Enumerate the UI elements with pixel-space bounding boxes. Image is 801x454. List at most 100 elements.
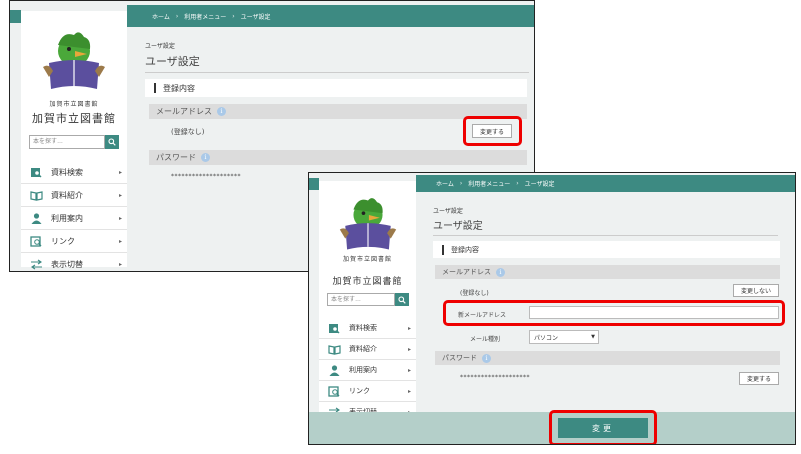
breadcrumb-current: ユーザ設定 [524,181,555,188]
search-box: 本を探す… [29,135,119,149]
open-book-icon [30,190,43,201]
library-name: 加賀市立図書館 [332,277,403,287]
sidebar-item-search[interactable]: 資料検索 ▸ [319,318,416,339]
link-icon [328,385,340,397]
page-title: ユーザ設定 [145,53,529,73]
breadcrumb-user-menu[interactable]: 利用者メニュー [468,179,510,188]
page-title: ユーザ設定 [433,217,778,236]
sidebar-item-intro[interactable]: 資料紹介 ▸ [319,339,416,360]
screenshot-after: 加賀市立図書館 加賀市立図書館 本を探す… 資料検索 ▸ 資料紹介 ▸ 利用案内 ▸ [308,172,796,445]
sidebar-item-display[interactable]: 表示切替 ▸ [21,253,127,271]
change-password-button[interactable]: 変更する [739,372,779,385]
book-search-icon [329,323,340,333]
chevron-right-icon: ▸ [407,387,411,395]
sidebar-item-label: 表示切替 [51,259,83,269]
book-search-icon [31,167,42,177]
chevron-right-icon: ▸ [118,191,122,199]
library-mascot-logo [339,198,396,250]
password-label-row: パスワード i [435,351,780,365]
sidebar-item-label: 資料検索 [349,324,377,332]
person-icon [329,364,340,376]
mail-type-value: パソコン [534,334,559,342]
open-book-icon [328,344,341,355]
search-icon [398,296,406,304]
link-icon [30,235,42,247]
sidebar-item-guide[interactable]: 利用案内 ▸ [21,207,127,230]
info-icon[interactable]: i [201,153,210,162]
sidebar-item-links[interactable]: リンク ▸ [21,230,127,253]
mail-type-select[interactable]: パソコン ▼ [529,330,599,344]
chevron-right-icon: ▸ [407,345,411,353]
info-icon[interactable]: i [496,267,505,277]
password-value: ******************** [171,173,241,180]
sidebar-item-label: 利用案内 [349,366,377,374]
chevron-down-icon: ▼ [591,334,595,340]
breadcrumb-current: ユーザ設定 [240,13,271,21]
page-subtitle: ユーザ設定 [433,208,463,215]
section-header: 登録内容 [145,79,527,97]
logo-handwriting: 加賀市立図書館 [342,256,392,263]
breadcrumb: ホーム › 利用者メニュー › ユーザ設定 [127,5,534,27]
search-box: 本を探す… [327,293,409,306]
email-label: メールアドレス [442,268,491,276]
chevron-right-icon: ▸ [407,324,411,332]
sidebar-item-label: 資料紹介 [349,345,377,353]
chevron-right-icon: ▸ [118,214,122,222]
chevron-right-icon: ▸ [407,366,411,374]
breadcrumb: ホーム › 利用者メニュー › ユーザ設定 [416,175,795,192]
logo-handwriting: 加賀市立図書館 [49,101,99,108]
sidebar-item-label: 資料検索 [51,167,83,177]
chevron-right-icon: ▸ [118,168,122,176]
section-title: 登録内容 [451,245,479,254]
section-title: 登録内容 [163,83,195,93]
highlight-box [549,410,657,444]
email-label-row: メールアドレス i [435,265,780,279]
sidebar-item-label: リンク [51,236,75,246]
info-icon[interactable]: i [217,107,226,116]
sidebar-item-guide[interactable]: 利用案内 ▸ [319,360,416,381]
sidebar-item-intro[interactable]: 資料紹介 ▸ [21,184,127,207]
header-strip [10,10,21,23]
main-content: ホーム › 利用者メニュー › ユーザ設定 ユーザ設定 ユーザ設定 登録内容 メール… [416,173,795,444]
sidebar: 加賀市立図書館 加賀市立図書館 本を探す… 資料検索 ▸ 資料紹介 ▸ 利用案内 ▸ [21,11,127,269]
password-label: パスワード [156,153,196,162]
search-button[interactable] [395,293,409,306]
email-label: メールアドレス [156,107,212,116]
library-name: 加賀市立図書館 [32,112,116,125]
person-icon [31,212,42,224]
mail-type-label: メール種別 [470,336,501,343]
sidebar-item-links[interactable]: リンク ▸ [319,381,416,402]
library-mascot-logo [43,32,105,89]
highlight-box [443,300,785,326]
info-icon[interactable]: i [482,353,491,363]
search-button[interactable] [105,135,119,149]
sidebar-item-label: 利用案内 [51,213,83,223]
sidebar: 加賀市立図書館 加賀市立図書館 本を探す… 資料検索 ▸ 資料紹介 ▸ 利用案内 ▸ [319,181,416,423]
search-input[interactable]: 本を探す… [29,135,105,149]
header-strip [309,178,319,190]
password-label: パスワード [442,354,477,362]
sidebar-item-label: 資料紹介 [51,190,83,200]
chevron-right-icon: ▸ [118,260,122,268]
password-value: ******************** [460,374,530,381]
page-subtitle: ユーザ設定 [145,43,175,50]
chevron-right-icon: ▸ [118,237,122,245]
search-input[interactable]: 本を探す… [327,293,395,306]
section-bar [154,83,156,93]
section-header: 登録内容 [433,241,780,258]
swap-arrows-icon [31,259,42,269]
highlight-box [463,116,522,146]
cancel-change-button[interactable]: 変更しない [733,284,779,297]
sidebar-item-search[interactable]: 資料検索 ▸ [21,161,127,184]
breadcrumb-home[interactable]: ホーム [152,12,170,21]
sidebar-nav: 資料検索 ▸ 資料紹介 ▸ 利用案内 ▸ リンク ▸ 表示切替 ▸ [21,161,127,271]
section-bar [442,244,444,255]
breadcrumb-home[interactable]: ホーム [436,179,454,188]
email-value: (登録なし) [460,290,489,297]
breadcrumb-user-menu[interactable]: 利用者メニュー [184,12,226,21]
email-value: (登録なし) [171,128,205,136]
sidebar-nav: 資料検索▸ 資料紹介▸ 利用案内▸ リンク▸ 表示切替▸ [319,318,416,423]
search-icon [108,138,116,146]
sidebar-item-label: リンク [349,387,370,395]
password-label-row: パスワード i [149,150,527,165]
